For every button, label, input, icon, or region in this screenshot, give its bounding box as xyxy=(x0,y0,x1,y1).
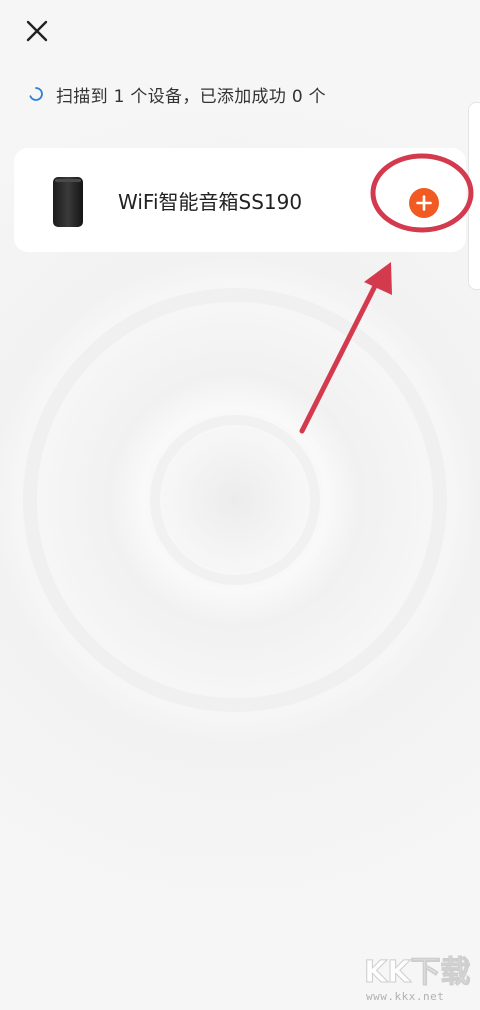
plus-icon xyxy=(416,195,432,211)
device-name: WiFi智能音箱SS190 xyxy=(118,190,303,214)
smart-speaker-icon xyxy=(53,177,83,227)
add-device-button[interactable] xyxy=(409,188,439,218)
close-button[interactable] xyxy=(20,14,54,48)
svg-text:KK下载: KK下载 xyxy=(364,955,470,990)
device-scan-screen: 扫描到 1 个设备，已添加成功 0 个 WiFi智能音箱SS190 KK下载 w… xyxy=(0,0,480,1010)
watermark: KK下载 www.kkx.net xyxy=(362,950,471,1006)
annotation-arrow-shaft xyxy=(299,275,382,434)
device-list-item[interactable]: WiFi智能音箱SS190 xyxy=(14,148,466,252)
scan-status: 扫描到 1 个设备，已添加成功 0 个 xyxy=(28,80,326,108)
loading-spinner-icon xyxy=(29,87,43,101)
close-icon xyxy=(26,20,48,42)
side-pull-tab[interactable] xyxy=(468,102,480,290)
annotation-arrow-head xyxy=(364,262,392,295)
watermark-logo: KK下载 xyxy=(364,955,471,991)
watermark-url: www.kkx.net xyxy=(366,990,445,1003)
scan-status-text: 扫描到 1 个设备，已添加成功 0 个 xyxy=(56,86,326,107)
